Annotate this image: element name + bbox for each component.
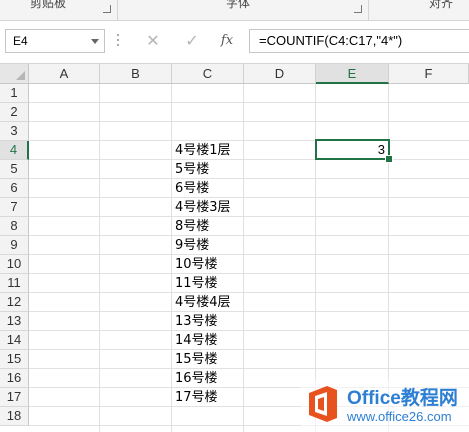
row-header-10[interactable]: 10: [0, 255, 29, 274]
ribbon-group-clipboard: 剪贴板: [0, 0, 118, 20]
column-gridline: [171, 84, 172, 432]
ribbon-group-font: 字体: [118, 0, 369, 20]
column-header-b[interactable]: B: [100, 64, 172, 84]
office-logo-icon: [309, 386, 337, 422]
row-header-12[interactable]: 12: [0, 293, 29, 312]
column-gridline: [99, 84, 100, 432]
alignment-group-label: 对齐: [429, 0, 454, 10]
enter-icon[interactable]: ✓: [181, 31, 203, 51]
cell-c7[interactable]: 4号楼3层: [175, 198, 231, 217]
name-box-value: E4: [13, 34, 28, 48]
row-header-3[interactable]: 3: [0, 122, 29, 141]
font-group-label: 字体: [226, 0, 251, 10]
row-gridline: [29, 368, 469, 369]
watermark-title: Office教程网: [347, 388, 458, 409]
row-header-2[interactable]: 2: [0, 103, 29, 122]
row-header-11[interactable]: 11: [0, 274, 29, 293]
column-header-c[interactable]: C: [172, 64, 244, 84]
cell-e4-value: 3: [377, 142, 385, 157]
row-header-4[interactable]: 4: [0, 141, 29, 160]
row-header-6[interactable]: 6: [0, 179, 29, 198]
formula-bar-resize-handle[interactable]: [117, 34, 119, 48]
select-all-icon: [16, 71, 25, 80]
spreadsheet-grid[interactable]: A B C D E F 1 2 3 4 5 6 7 8 9 10 11 12 13 14 15 16 17 18 4号楼1层 5号…: [0, 64, 469, 432]
cell-c4[interactable]: 4号楼1层: [175, 141, 231, 160]
cell-c5[interactable]: 5号楼: [175, 160, 209, 179]
row-gridline: [29, 273, 469, 274]
row-header-17[interactable]: 17: [0, 388, 29, 407]
cell-c12[interactable]: 4号楼4层: [175, 293, 231, 312]
cell-c14[interactable]: 14号楼: [175, 331, 218, 350]
column-header-a[interactable]: A: [29, 64, 100, 84]
cell-c6[interactable]: 6号楼: [175, 179, 209, 198]
ribbon-group-alignment: 对齐: [369, 0, 469, 20]
cell-c15[interactable]: 15号楼: [175, 350, 218, 369]
row-header-7[interactable]: 7: [0, 198, 29, 217]
row-gridline: [29, 254, 469, 255]
cell-c16[interactable]: 16号楼: [175, 369, 218, 388]
row-header-5[interactable]: 5: [0, 160, 29, 179]
row-gridline: [29, 102, 469, 103]
font-dialog-launcher-icon[interactable]: [354, 5, 362, 13]
clipboard-dialog-launcher-icon[interactable]: [103, 5, 111, 13]
cancel-icon[interactable]: ✕: [142, 31, 164, 51]
clipboard-group-label: 剪贴板: [30, 0, 67, 10]
cell-c17[interactable]: 17号楼: [175, 388, 218, 407]
row-gridline: [29, 159, 469, 160]
row-header-1[interactable]: 1: [0, 84, 29, 103]
column-header-e[interactable]: E: [316, 64, 389, 84]
row-gridline: [29, 349, 469, 350]
row-header-18[interactable]: 18: [0, 407, 29, 426]
row-gridline: [29, 235, 469, 236]
name-box[interactable]: E4: [5, 29, 105, 53]
row-header-16[interactable]: 16: [0, 369, 29, 388]
row-header-8[interactable]: 8: [0, 217, 29, 236]
formula-input[interactable]: =COUNTIF(C4:C17,"4*"): [249, 29, 469, 53]
cell-c9[interactable]: 9号楼: [175, 236, 209, 255]
cell-c10[interactable]: 10号楼: [175, 255, 218, 274]
watermark-url: www.office26.com: [347, 409, 452, 424]
row-gridline: [29, 178, 469, 179]
row-gridline: [29, 292, 469, 293]
insert-function-icon[interactable]: fx: [216, 31, 238, 51]
formula-bar: E4 ✕ ✓ fx =COUNTIF(C4:C17,"4*"): [0, 21, 469, 64]
formula-text: =COUNTIF(C4:C17,"4*"): [259, 33, 403, 48]
row-header-13[interactable]: 13: [0, 312, 29, 331]
cell-c11[interactable]: 11号楼: [175, 274, 218, 293]
row-gridline: [29, 197, 469, 198]
column-header-d[interactable]: D: [244, 64, 316, 84]
row-gridline: [29, 216, 469, 217]
cell-c8[interactable]: 8号楼: [175, 217, 209, 236]
row-gridline: [29, 121, 469, 122]
column-header-f[interactable]: F: [389, 64, 469, 84]
row-header-9[interactable]: 9: [0, 236, 29, 255]
row-header-14[interactable]: 14: [0, 331, 29, 350]
chevron-down-icon[interactable]: [91, 39, 99, 44]
select-all-button[interactable]: [0, 64, 29, 84]
cell-c13[interactable]: 13号楼: [175, 312, 218, 331]
row-gridline: [29, 311, 469, 312]
watermark: Office教程网 www.office26.com: [301, 379, 469, 432]
fill-handle[interactable]: [385, 155, 393, 163]
column-gridline: [243, 84, 244, 432]
row-gridline: [29, 140, 469, 141]
row-gridline: [29, 330, 469, 331]
ribbon: 剪贴板 字体 对齐: [0, 0, 469, 21]
row-header-15[interactable]: 15: [0, 350, 29, 369]
